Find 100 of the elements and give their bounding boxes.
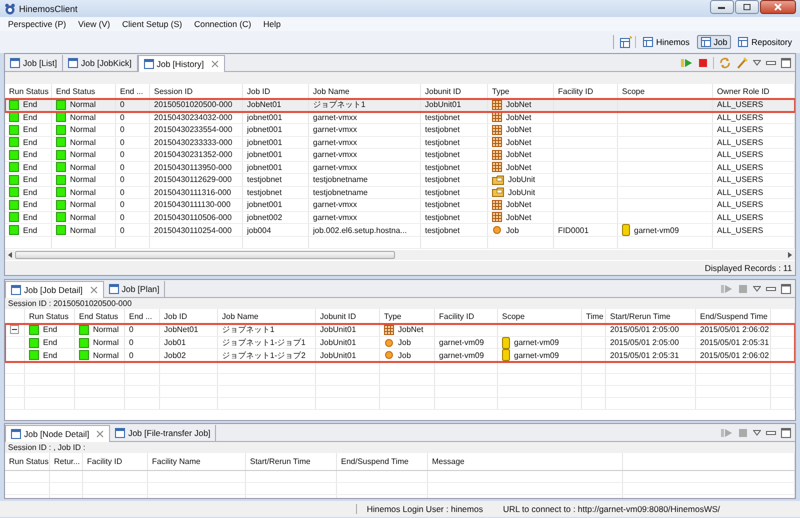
column-header[interactable]: Run Status: [25, 309, 75, 323]
menu-item[interactable]: Client Setup (S): [122, 19, 182, 29]
view-tab[interactable]: Job [Plan]: [104, 281, 166, 297]
table-icon: [700, 37, 711, 47]
table-cell: 20150430113950-000: [154, 162, 232, 172]
table-row[interactable]: End Normal 0 20150430231352-000 jobnet001 garnet-vmxx testjobnet JobNet ALL_USERS: [5, 149, 795, 162]
table-cell: testjobnetname: [313, 175, 368, 184]
wand-icon[interactable]: [736, 56, 748, 68]
column-header[interactable]: Job ID: [160, 309, 218, 323]
job-dot-icon: [384, 338, 394, 348]
scroll-right-icon[interactable]: [787, 252, 793, 258]
table-cell: JobNet: [398, 325, 424, 334]
table-cell: Normal: [70, 125, 96, 134]
column-header[interactable]: Retur...: [50, 453, 83, 470]
status-icon: [56, 225, 66, 235]
table-cell: 20150430111130-000: [154, 200, 231, 210]
table-cell: ジョブネット1: [313, 99, 366, 110]
menu-item[interactable]: View (V): [78, 19, 110, 29]
connection-url-status: URL to connect to : http://garnet-vm09:8080/HinemosWS/: [502, 504, 720, 514]
maximize-icon[interactable]: [781, 284, 791, 294]
maximize-icon[interactable]: [781, 428, 791, 438]
minimize-icon: [718, 5, 726, 9]
view-tab[interactable]: Job [File-transfer Job]: [110, 425, 216, 441]
table-cell: ALL_USERS: [717, 112, 764, 122]
view-tab[interactable]: Job [List]: [5, 55, 64, 71]
view-tab[interactable]: Job [History]: [138, 55, 225, 72]
view-tab[interactable]: Job [JobKick]: [63, 55, 138, 71]
close-button[interactable]: [760, 0, 796, 14]
table-row[interactable]: End Normal 0 20150430110506-000 jobnet002 garnet-vmxx testjobnet JobNet ALL_USERS: [5, 212, 795, 224]
status-icon: [56, 100, 66, 110]
close-icon[interactable]: [90, 286, 98, 294]
column-header[interactable]: Facility ID: [435, 309, 498, 323]
column-header[interactable]: Run Status: [5, 453, 50, 470]
table-row[interactable]: End Normal 0 20150501020500-000 JobNet01 ジョブネット1 JobUnit01 JobNet ALL_USERS: [5, 99, 795, 112]
grid-icon: [492, 150, 502, 160]
view-menu-icon[interactable]: [753, 430, 761, 436]
menu-item[interactable]: Perspective (P): [8, 19, 66, 29]
view-menu-icon[interactable]: [753, 60, 761, 66]
table-cell: garnet-vmxx: [313, 112, 358, 122]
column-header[interactable]: Start/Rerun Time: [606, 309, 696, 323]
table-row[interactable]: End Normal 0 20150430111130-000 jobnet001 garnet-vmxx testjobnet JobNet ALL_USERS: [5, 199, 795, 212]
maximize-icon[interactable]: [781, 58, 791, 68]
column-header[interactable]: Start/Rerun Time: [246, 453, 337, 470]
view-tab[interactable]: Job [Job Detail]: [5, 281, 104, 298]
table-cell: 0: [120, 138, 124, 147]
view-tab[interactable]: Job [Node Detail]: [5, 425, 110, 442]
menu-item[interactable]: Help: [263, 19, 281, 29]
column-header[interactable]: End ...: [125, 309, 160, 323]
column-header[interactable]: Facility Name: [148, 453, 246, 470]
scroll-left-icon[interactable]: [7, 252, 13, 258]
minimize-button[interactable]: [710, 0, 734, 14]
perspective-button[interactable]: Job: [696, 35, 732, 49]
table-cell: 2015/05/01 2:05:31: [610, 350, 679, 360]
table-cell: Normal: [93, 350, 119, 360]
column-header[interactable]: End/Suspend Time: [696, 309, 771, 323]
minimize-icon[interactable]: [766, 286, 776, 292]
view-menu-icon[interactable]: [753, 286, 761, 292]
stop-icon[interactable]: [698, 58, 708, 68]
status-icon: [56, 150, 66, 160]
table-row[interactable]: End Normal 0 20150430233554-000 jobnet001 garnet-vmxx testjobnet JobNet ALL_USERS: [5, 124, 795, 136]
horizontal-scrollbar[interactable]: [5, 250, 795, 260]
table-row[interactable]: End Normal 0 20150430113950-000 jobnet001 garnet-vmxx testjobnet JobNet ALL_USERS: [5, 162, 795, 174]
perspective-button[interactable]: Repository: [734, 35, 796, 49]
column-header[interactable]: Type: [380, 309, 435, 323]
table-row[interactable]: End Normal 0 20150430110254-000 job004 job.002.el6.setup.hostna... testjobnet Job FID0001 garnet-vm09 ALL_USERS: [5, 224, 795, 236]
table-cell: ALL_USERS: [717, 175, 764, 184]
view-icon: [108, 284, 119, 294]
table-cell: 2015/05/01 2:06:02: [700, 350, 769, 360]
table-cell: Normal: [70, 138, 96, 147]
table-row[interactable]: End Normal 0 20150430112629-000 testjobnet testjobnetname testjobnet JobUnit ALL_USERS: [5, 174, 795, 186]
run-icon[interactable]: [681, 58, 693, 68]
tab-label: Job [History]: [156, 59, 204, 69]
status-icon: [9, 187, 19, 198]
table-row[interactable]: End Normal 0 20150430234032-000 jobnet001 garnet-vmxx testjobnet JobNet ALL_USERS: [5, 112, 795, 124]
status-icon: [9, 212, 19, 222]
minimize-icon[interactable]: [766, 430, 776, 436]
collapse-icon[interactable]: [10, 325, 19, 334]
maximize-button[interactable]: [735, 0, 759, 14]
perspective-button[interactable]: Hinemos: [639, 35, 694, 49]
column-header[interactable]: End/Suspend Time: [337, 453, 428, 470]
close-icon[interactable]: [210, 60, 219, 68]
status-icon: [29, 324, 39, 335]
close-icon[interactable]: [96, 430, 104, 438]
column-header[interactable]: Time: [582, 309, 606, 323]
open-perspective-icon[interactable]: [620, 36, 632, 48]
column-header[interactable]: Facility ID: [83, 453, 148, 470]
table-cell: testjobnet: [425, 125, 460, 134]
column-header[interactable]: Scope: [498, 309, 582, 323]
column-header[interactable]: Jobunit ID: [316, 309, 380, 323]
column-header[interactable]: Job Name: [218, 309, 316, 323]
menu-item[interactable]: Connection (C): [194, 19, 252, 29]
column-header[interactable]: Message: [428, 453, 623, 470]
minimize-icon[interactable]: [766, 60, 776, 66]
column-header[interactable]: End Status: [75, 309, 125, 323]
table-cell: 20150430110254-000: [154, 226, 232, 234]
table-row[interactable]: End Normal 0 20150430233333-000 jobnet001 garnet-vmxx testjobnet JobNet ALL_USERS: [5, 136, 795, 149]
table-row[interactable]: End Normal 0 20150430111316-000 testjobnet testjobnetname testjobnet JobUnit ALL_USERS: [5, 186, 795, 199]
status-icon: [56, 200, 66, 210]
table-cell: ALL_USERS: [717, 138, 764, 147]
scroll-thumb[interactable]: [15, 250, 395, 258]
